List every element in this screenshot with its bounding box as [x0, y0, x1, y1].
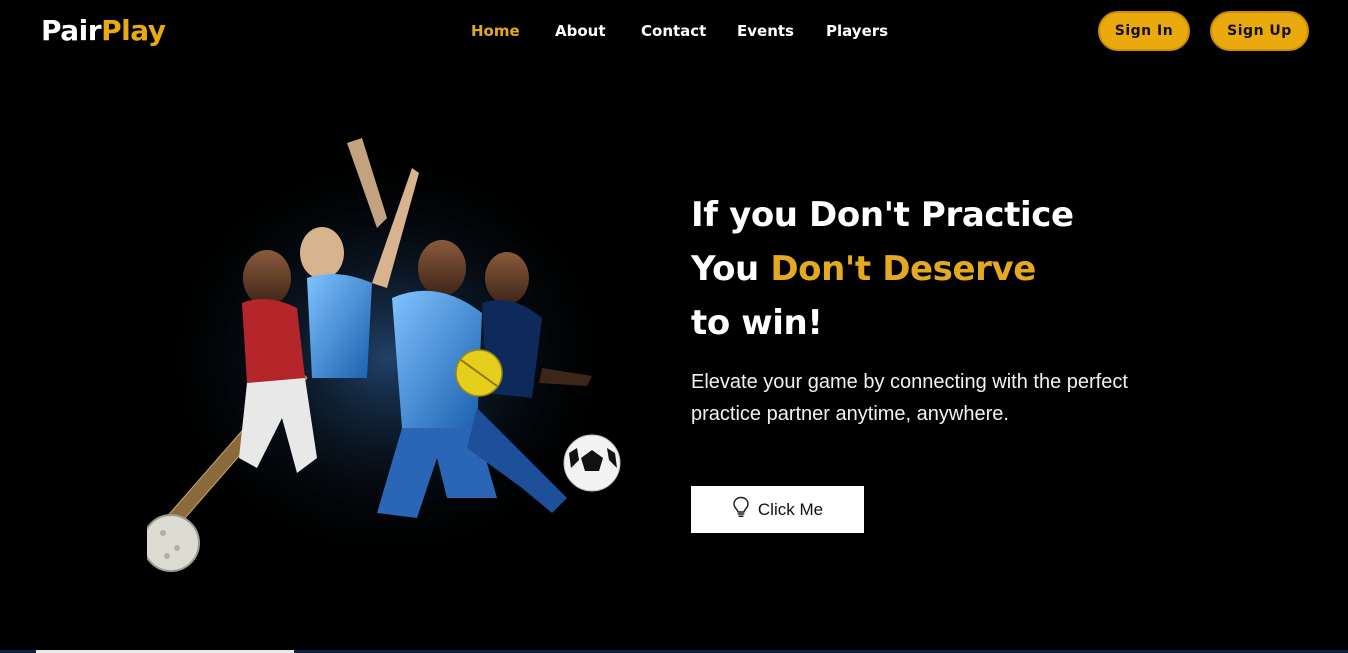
- headline-line-3: to win!: [691, 303, 823, 343]
- brand-logo[interactable]: PairPlay: [41, 14, 166, 47]
- navbar: PairPlay Home About Contact Events Playe…: [0, 0, 1348, 64]
- nav-home-link[interactable]: Home: [471, 22, 520, 40]
- headline-line-1: If you Don't Practice: [691, 195, 1074, 235]
- headline-line-2-plain: You: [691, 249, 771, 289]
- lightbulb-icon: [732, 496, 750, 523]
- click-me-button[interactable]: Click Me: [691, 486, 864, 533]
- headline-highlight: Don't Deserve: [770, 249, 1036, 289]
- nav-players-link[interactable]: Players: [826, 22, 888, 40]
- brand-name-part2: Play: [101, 14, 166, 47]
- hero-athletes-image: [147, 138, 621, 572]
- hero-headline: If you Don't Practice You Don't Deserve …: [691, 188, 1074, 350]
- sign-up-button[interactable]: Sign Up: [1210, 11, 1309, 51]
- nav-contact-link[interactable]: Contact: [641, 22, 706, 40]
- hero-description: Elevate your game by connecting with the…: [691, 371, 1128, 425]
- nav-events-link[interactable]: Events: [737, 22, 794, 40]
- sign-in-button[interactable]: Sign In: [1098, 11, 1190, 51]
- click-me-label: Click Me: [757, 499, 824, 519]
- brand-name-part1: Pair: [41, 14, 102, 47]
- nav-about-link[interactable]: About: [555, 22, 606, 40]
